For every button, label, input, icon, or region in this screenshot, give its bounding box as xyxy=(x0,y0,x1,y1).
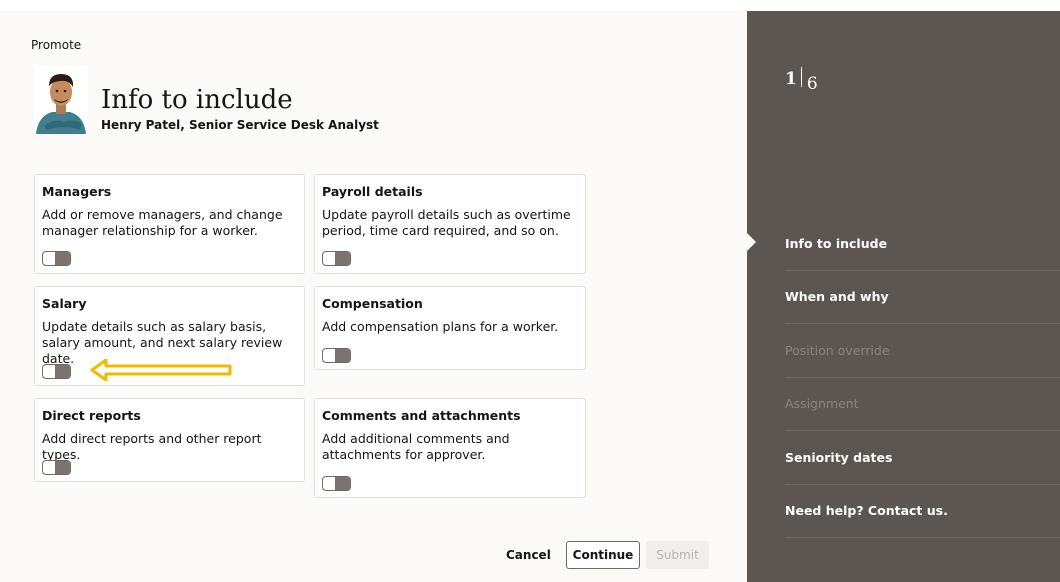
step-sidebar: 16 Info to include When and why Position… xyxy=(747,11,1060,582)
managers-toggle[interactable] xyxy=(42,251,71,266)
continue-button[interactable]: Continue xyxy=(566,541,640,569)
toggle-knob xyxy=(55,461,70,474)
card-title: Direct reports xyxy=(42,408,141,423)
step-position-override: Position override xyxy=(785,324,1060,378)
page-title: Info to include xyxy=(101,85,293,115)
step-divider xyxy=(800,67,802,87)
step-label: Seniority dates xyxy=(785,449,893,465)
step-counter: 16 xyxy=(785,67,818,94)
step-info-to-include[interactable]: Info to include xyxy=(785,217,1060,271)
card-description: Add additional comments and attachments … xyxy=(322,431,510,462)
total-steps-number: 6 xyxy=(806,74,818,94)
card-description: Update payroll details such as overtime … xyxy=(322,207,571,238)
card-title: Payroll details xyxy=(322,184,423,199)
breadcrumb[interactable]: Promote xyxy=(31,38,81,52)
step-assignment: Assignment xyxy=(785,378,1060,431)
avatar xyxy=(34,66,88,134)
toggle-knob xyxy=(335,477,350,490)
card-title: Compensation xyxy=(322,296,423,311)
toggle-knob xyxy=(335,349,350,362)
current-step-number: 1 xyxy=(785,69,797,89)
card-managers: Managers Add or remove managers, and cha… xyxy=(34,174,305,274)
card-comments-attachments: Comments and attachments Add additional … xyxy=(314,398,586,498)
current-step-pointer-icon xyxy=(747,233,756,251)
step-label: Position override xyxy=(785,342,890,358)
card-title: Salary xyxy=(42,296,87,311)
direct-reports-toggle[interactable] xyxy=(42,460,71,475)
card-direct-reports: Direct reports Add direct reports and ot… xyxy=(34,398,305,482)
cancel-button[interactable]: Cancel xyxy=(506,545,551,565)
card-title: Comments and attachments xyxy=(322,408,521,423)
comments-attachments-toggle[interactable] xyxy=(322,476,351,491)
step-need-help-contact[interactable]: Need help? Contact us. xyxy=(785,485,1060,538)
annotation-arrow-icon xyxy=(90,359,232,381)
payroll-details-toggle[interactable] xyxy=(322,251,351,266)
card-title: Managers xyxy=(42,184,112,199)
submit-button[interactable]: Submit xyxy=(646,541,709,569)
salary-toggle[interactable] xyxy=(42,364,71,379)
toggle-knob xyxy=(55,365,70,378)
step-list: Info to include When and why Position ov… xyxy=(785,217,1060,538)
step-label: Assignment xyxy=(785,396,859,412)
step-seniority-dates[interactable]: Seniority dates xyxy=(785,431,1060,485)
step-label: Need help? Contact us. xyxy=(785,503,948,519)
worker-name-subtitle: Henry Patel, Senior Service Desk Analyst xyxy=(101,118,379,132)
step-when-and-why[interactable]: When and why xyxy=(785,271,1060,324)
toggle-knob xyxy=(55,252,70,265)
compensation-toggle[interactable] xyxy=(322,348,351,363)
page: Promote Info to include Henry Patel, Sen… xyxy=(0,0,1060,582)
step-label: When and why xyxy=(785,289,889,305)
card-description: Add or remove managers, and change manag… xyxy=(42,207,283,238)
card-description: Add direct reports and other report type… xyxy=(42,431,262,462)
card-payroll-details: Payroll details Update payroll details s… xyxy=(314,174,586,274)
card-compensation: Compensation Add compensation plans for … xyxy=(314,286,586,370)
card-description: Add compensation plans for a worker. xyxy=(322,319,559,334)
toggle-knob xyxy=(335,252,350,265)
step-label: Info to include xyxy=(785,235,888,251)
